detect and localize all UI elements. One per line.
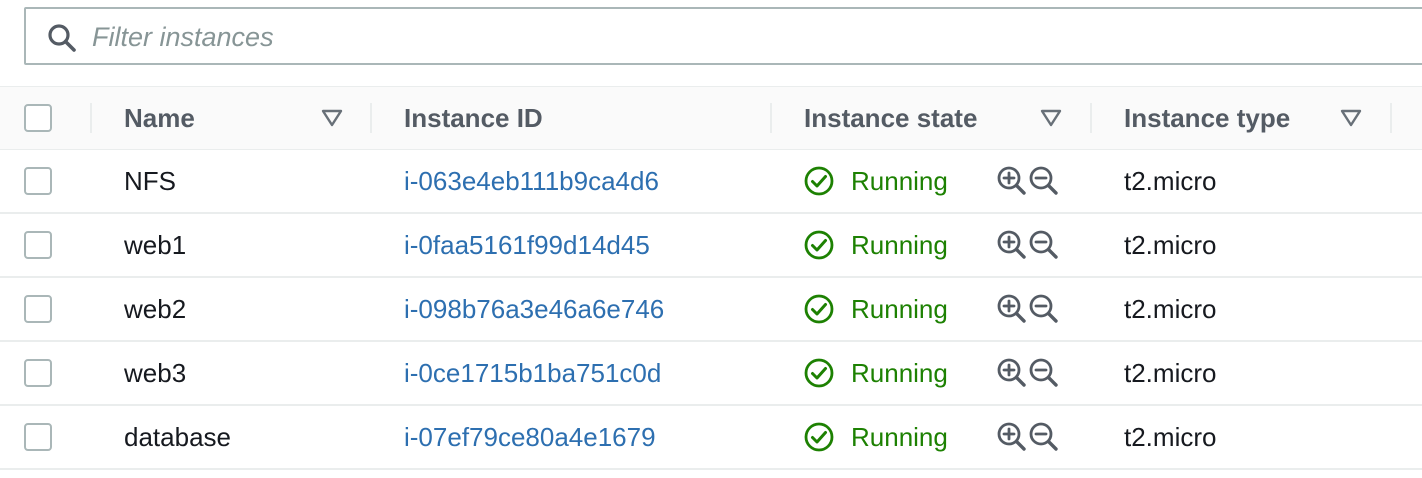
zoom-in-icon[interactable] [996,357,1028,389]
table-row[interactable]: web3 i-0ce1715b1ba751c0d Running t2.micr… [0,342,1422,406]
instance-name: web2 [124,293,187,324]
instance-type: t2.micro [1124,293,1217,324]
check-circle-icon [804,294,834,324]
zoom-out-icon[interactable] [1028,229,1060,261]
sort-down-icon[interactable] [1340,108,1362,128]
instance-state: Running [851,165,948,196]
instance-type: t2.micro [1124,357,1217,388]
column-header-label: Instance state [804,102,978,133]
column-header-label: Instance ID [404,102,543,133]
table-body: NFS i-063e4eb111b9ca4d6 Running t2.micro [0,150,1422,470]
instance-id-cell: i-063e4eb111b9ca4d6 [404,150,659,212]
table-row[interactable]: web1 i-0faa5161f99d14d45 Running t2.micr… [0,214,1422,278]
instance-state-cell: Running [851,214,948,276]
column-header-label: Instance type [1124,102,1291,133]
table-header: Name Instance ID Instance state Instance… [0,86,1422,150]
check-circle-icon [804,358,834,388]
table-row[interactable]: NFS i-063e4eb111b9ca4d6 Running t2.micro [0,150,1422,214]
column-header-instance-type[interactable]: Instance type [1124,87,1290,149]
select-all-checkbox[interactable] [24,104,52,132]
filter-input-box[interactable] [24,7,1422,65]
instance-id-link[interactable]: i-07ef79ce80a4e1679 [404,422,656,453]
instance-type: t2.micro [1124,165,1217,196]
instance-name: web1 [124,229,187,260]
instance-state: Running [851,421,948,452]
zoom-out-icon[interactable] [1028,165,1060,197]
sort-down-icon[interactable] [1040,108,1062,128]
instance-state: Running [851,357,948,388]
instance-id-link[interactable]: i-063e4eb111b9ca4d6 [404,166,659,197]
check-circle-icon [804,166,834,196]
row-select-checkbox[interactable] [24,231,52,259]
instances-table: Name Instance ID Instance state Instance… [0,86,1422,470]
sort-down-icon[interactable] [321,108,343,128]
instance-id-cell: i-0ce1715b1ba751c0d [404,342,661,404]
zoom-in-icon[interactable] [996,165,1028,197]
instance-type-cell: t2.micro [1124,406,1216,468]
instance-name-cell: web2 [124,278,186,340]
zoom-out-icon[interactable] [1028,421,1060,453]
instance-state-cell: Running [851,342,948,404]
search-icon [48,24,76,52]
filter-instances-input[interactable] [92,17,1392,57]
row-select-checkbox[interactable] [24,359,52,387]
instance-state-cell: Running [851,150,948,212]
column-header-instance-id[interactable]: Instance ID [404,87,543,149]
row-select-checkbox[interactable] [24,423,52,451]
zoom-in-icon[interactable] [996,293,1028,325]
instance-name: NFS [124,165,176,196]
instance-id-link[interactable]: i-098b76a3e46a6e746 [404,294,664,325]
row-select-checkbox[interactable] [24,295,52,323]
instance-type-cell: t2.micro [1124,150,1216,212]
instance-id-cell: i-098b76a3e46a6e746 [404,278,664,340]
column-header-label: Name [124,102,195,133]
instance-type: t2.micro [1124,421,1217,452]
column-divider [90,103,92,133]
instance-type-cell: t2.micro [1124,214,1216,276]
instance-state: Running [851,229,948,260]
instance-type-cell: t2.micro [1124,342,1216,404]
zoom-out-icon[interactable] [1028,357,1060,389]
instance-type-cell: t2.micro [1124,278,1216,340]
instance-name: database [124,421,231,452]
instance-id-cell: i-07ef79ce80a4e1679 [404,406,656,468]
zoom-out-icon[interactable] [1028,293,1060,325]
filter-bar [0,0,1422,88]
check-circle-icon [804,230,834,260]
column-header-name[interactable]: Name [124,87,195,149]
instance-name-cell: database [124,406,231,468]
column-divider [770,103,772,133]
instance-name-cell: web3 [124,342,186,404]
instance-state: Running [851,293,948,324]
column-divider [1390,103,1392,133]
instances-page: Name Instance ID Instance state Instance… [0,0,1422,478]
column-divider [1090,103,1092,133]
table-row[interactable]: web2 i-098b76a3e46a6e746 Running t2.micr… [0,278,1422,342]
instance-state-cell: Running [851,278,948,340]
instance-id-cell: i-0faa5161f99d14d45 [404,214,650,276]
instance-id-link[interactable]: i-0faa5161f99d14d45 [404,230,650,261]
check-circle-icon [804,422,834,452]
zoom-in-icon[interactable] [996,421,1028,453]
column-divider [370,103,372,133]
zoom-in-icon[interactable] [996,229,1028,261]
instance-name-cell: NFS [124,150,176,212]
row-select-checkbox[interactable] [24,167,52,195]
instance-name-cell: web1 [124,214,186,276]
instance-name: web3 [124,357,187,388]
instance-id-link[interactable]: i-0ce1715b1ba751c0d [404,358,661,389]
table-row[interactable]: database i-07ef79ce80a4e1679 Running t2.… [0,406,1422,470]
instance-type: t2.micro [1124,229,1217,260]
column-header-instance-state[interactable]: Instance state [804,87,977,149]
instance-state-cell: Running [851,406,948,468]
